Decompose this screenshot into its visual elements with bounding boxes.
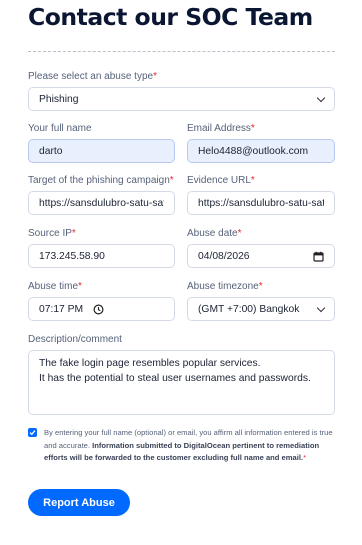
- dashed-divider: [28, 51, 335, 52]
- report-abuse-button[interactable]: Report Abuse: [28, 489, 130, 516]
- full-name-label: Your full name: [28, 123, 92, 134]
- evidence-url-label: Evidence URL*: [187, 175, 255, 186]
- abuse-type-value: Phishing: [39, 93, 79, 105]
- checkmark-icon: [29, 430, 36, 436]
- email-input[interactable]: Helo4488@outlook.com: [187, 139, 335, 163]
- abuse-timezone-select[interactable]: (GMT +7:00) Bangkok: [187, 297, 335, 321]
- chevron-down-icon: [316, 303, 326, 312]
- description-textarea[interactable]: The fake login page resembles popular se…: [28, 350, 335, 415]
- abuse-time-input[interactable]: 07:17 PM: [28, 297, 175, 321]
- source-ip-label: Source IP*: [28, 228, 76, 239]
- description-label: Description/comment: [28, 334, 122, 345]
- consent-text: By entering your full name (optional) or…: [44, 428, 333, 462]
- abuse-type-select[interactable]: Phishing: [28, 87, 335, 111]
- target-label: Target of the phishing campaign*: [28, 175, 174, 186]
- source-ip-input[interactable]: 173.245.58.90: [28, 244, 175, 268]
- consent-checkbox[interactable]: [28, 428, 37, 437]
- email-label: Email Address*: [187, 123, 255, 134]
- calendar-icon[interactable]: [313, 251, 324, 262]
- abuse-date-input[interactable]: 04/08/2026: [187, 244, 335, 268]
- evidence-url-input[interactable]: https://sansdulubro-satu-satu: [187, 191, 335, 215]
- page-title: Contact our SOC Team: [28, 3, 313, 31]
- clock-icon[interactable]: [93, 303, 104, 315]
- target-input[interactable]: https://sansdulubro-satu-satu: [28, 191, 175, 215]
- abuse-time-label: Abuse time*: [28, 281, 82, 292]
- abuse-timezone-label: Abuse timezone*: [187, 281, 263, 292]
- abuse-date-label: Abuse date*: [187, 228, 242, 239]
- chevron-down-icon: [316, 93, 326, 102]
- abuse-type-label: Please select an abuse type*: [28, 71, 157, 82]
- full-name-input[interactable]: darto: [28, 139, 175, 163]
